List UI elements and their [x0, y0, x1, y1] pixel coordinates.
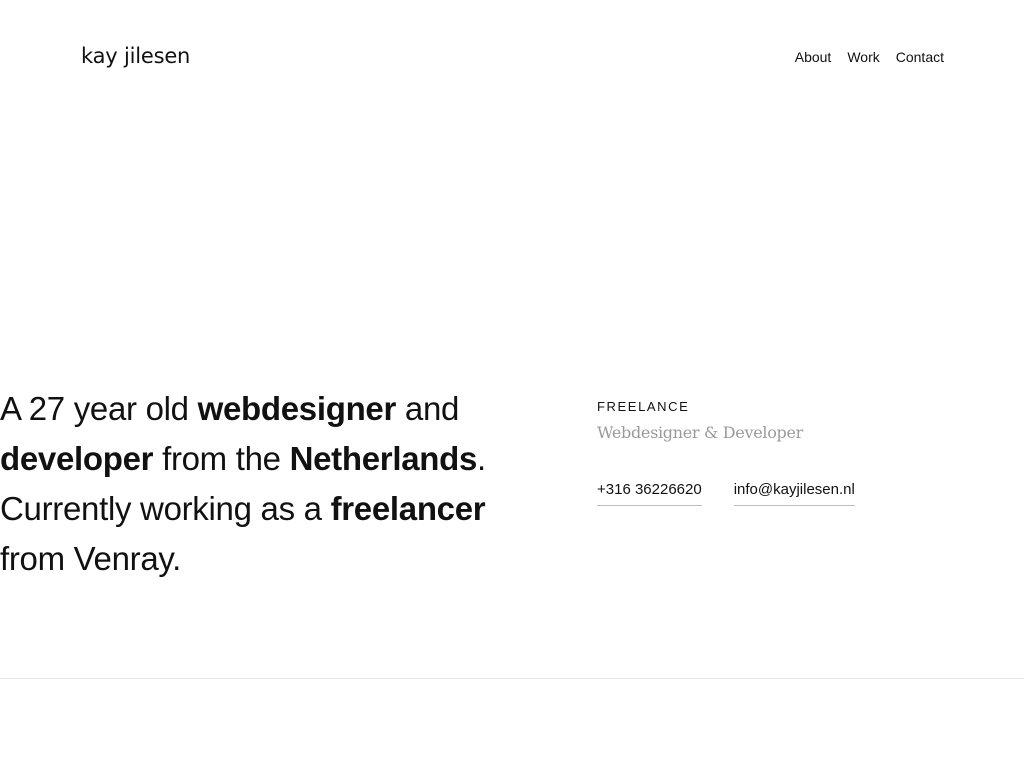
phone-link[interactable]: +316 36226620 [597, 480, 702, 506]
contact-links: +316 36226620 info@kayjilesen.nl [597, 480, 957, 506]
intro-text-part: A 27 year old [0, 390, 198, 427]
nav-about-link[interactable]: About [795, 47, 832, 67]
intro-text: A 27 year old webdesigner and developer … [0, 384, 520, 584]
page: kay jilesen About Work Contact A 27 year… [0, 0, 1024, 768]
intro-text-part: from the [153, 440, 290, 477]
nav-contact-link[interactable]: Contact [896, 47, 944, 67]
freelance-kicker: FREELANCE [597, 399, 690, 414]
freelance-info: FREELANCE Webdesigner & Developer +316 3… [597, 398, 957, 506]
section-divider [0, 678, 1024, 679]
intro-text-part: from Venray. [0, 540, 182, 577]
role-subtitle: Webdesigner & Developer [597, 423, 803, 442]
logo-link[interactable]: kay jilesen [81, 42, 190, 70]
intro-highlight-webdesigner: webdesigner [197, 390, 397, 427]
intro-highlight-developer: developer [0, 440, 154, 477]
intro-text-part: and [396, 390, 460, 427]
intro-highlight-netherlands: Netherlands [289, 440, 478, 477]
intro-highlight-freelancer: freelancer [330, 490, 486, 527]
nav-work-link[interactable]: Work [847, 47, 879, 67]
email-link[interactable]: info@kayjilesen.nl [733, 480, 855, 506]
main-nav: About Work Contact [795, 47, 944, 67]
